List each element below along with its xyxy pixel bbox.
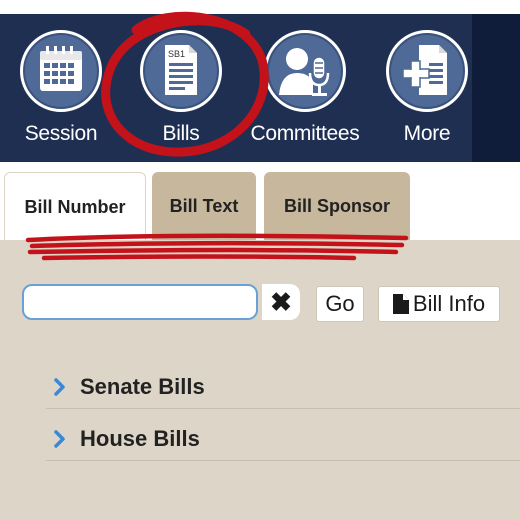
nav-session-button[interactable]: Session xyxy=(6,14,116,162)
document-icon xyxy=(392,294,409,314)
go-label: Go xyxy=(325,291,355,316)
tab-bill-sponsor[interactable]: Bill Sponsor xyxy=(264,172,410,240)
nav-more-button[interactable]: More xyxy=(372,14,482,162)
tab-bill-sponsor-label: Bill Sponsor xyxy=(283,195,390,216)
tab-bill-number[interactable]: Bill Number xyxy=(4,172,146,241)
tab-bill-text-label: Bill Text xyxy=(169,195,239,216)
list-item-label: Senate Bills xyxy=(80,374,205,399)
bill-number-panel: ✖ Go Bill Info Senate Bills House Bills xyxy=(0,240,520,520)
list-item-house-bills[interactable]: House Bills xyxy=(46,418,520,461)
tab-bill-number-label: Bill Number xyxy=(24,196,126,217)
bill-number-input[interactable] xyxy=(22,284,258,320)
bill-info-label: Bill Info xyxy=(412,291,486,316)
go-button[interactable]: Go xyxy=(316,286,364,322)
nav-session-label: Session xyxy=(24,122,98,145)
clear-icon[interactable]: ✖ xyxy=(262,284,300,320)
calendar-icon xyxy=(20,30,102,112)
clear-glyph: ✖ xyxy=(270,286,292,317)
chevron-right-icon xyxy=(54,430,68,448)
top-nav-bar: Session SB1 Bills Committees More xyxy=(0,14,520,162)
add-document-icon xyxy=(386,30,468,112)
tab-bar: Bill Number Bill Text Bill Sponsor xyxy=(0,162,520,241)
chevron-right-icon xyxy=(54,378,68,396)
bill-icon-text: SB1 xyxy=(168,49,185,59)
nav-bills-label: Bills xyxy=(162,122,200,145)
tab-bill-text[interactable]: Bill Text xyxy=(152,172,256,240)
nav-committees-label: Committees xyxy=(250,122,360,145)
bill-document-icon: SB1 xyxy=(140,30,222,112)
committee-speaker-icon xyxy=(264,30,346,112)
nav-committees-button[interactable]: Committees xyxy=(250,14,360,162)
list-item-label: House Bills xyxy=(80,426,200,451)
nav-more-label: More xyxy=(403,122,451,145)
bill-info-button[interactable]: Bill Info xyxy=(378,286,500,322)
nav-bills-button[interactable]: SB1 Bills xyxy=(126,14,236,162)
list-item-senate-bills[interactable]: Senate Bills xyxy=(46,366,520,409)
